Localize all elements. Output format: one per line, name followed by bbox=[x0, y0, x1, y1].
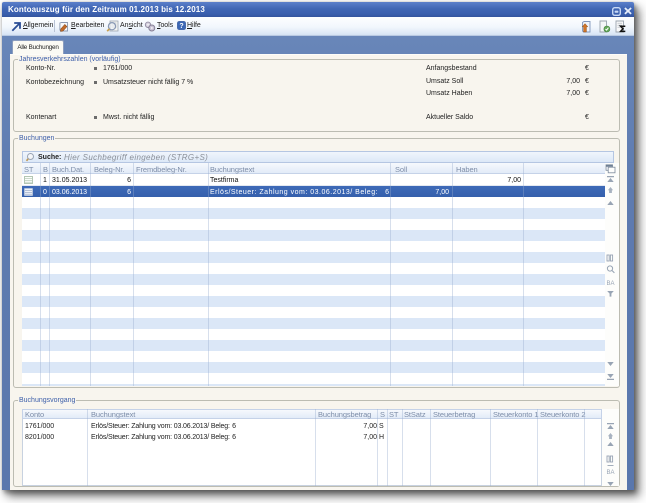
svg-text:BA: BA bbox=[607, 470, 615, 476]
svg-text:?: ? bbox=[179, 23, 183, 30]
svg-text:BA: BA bbox=[607, 281, 615, 287]
